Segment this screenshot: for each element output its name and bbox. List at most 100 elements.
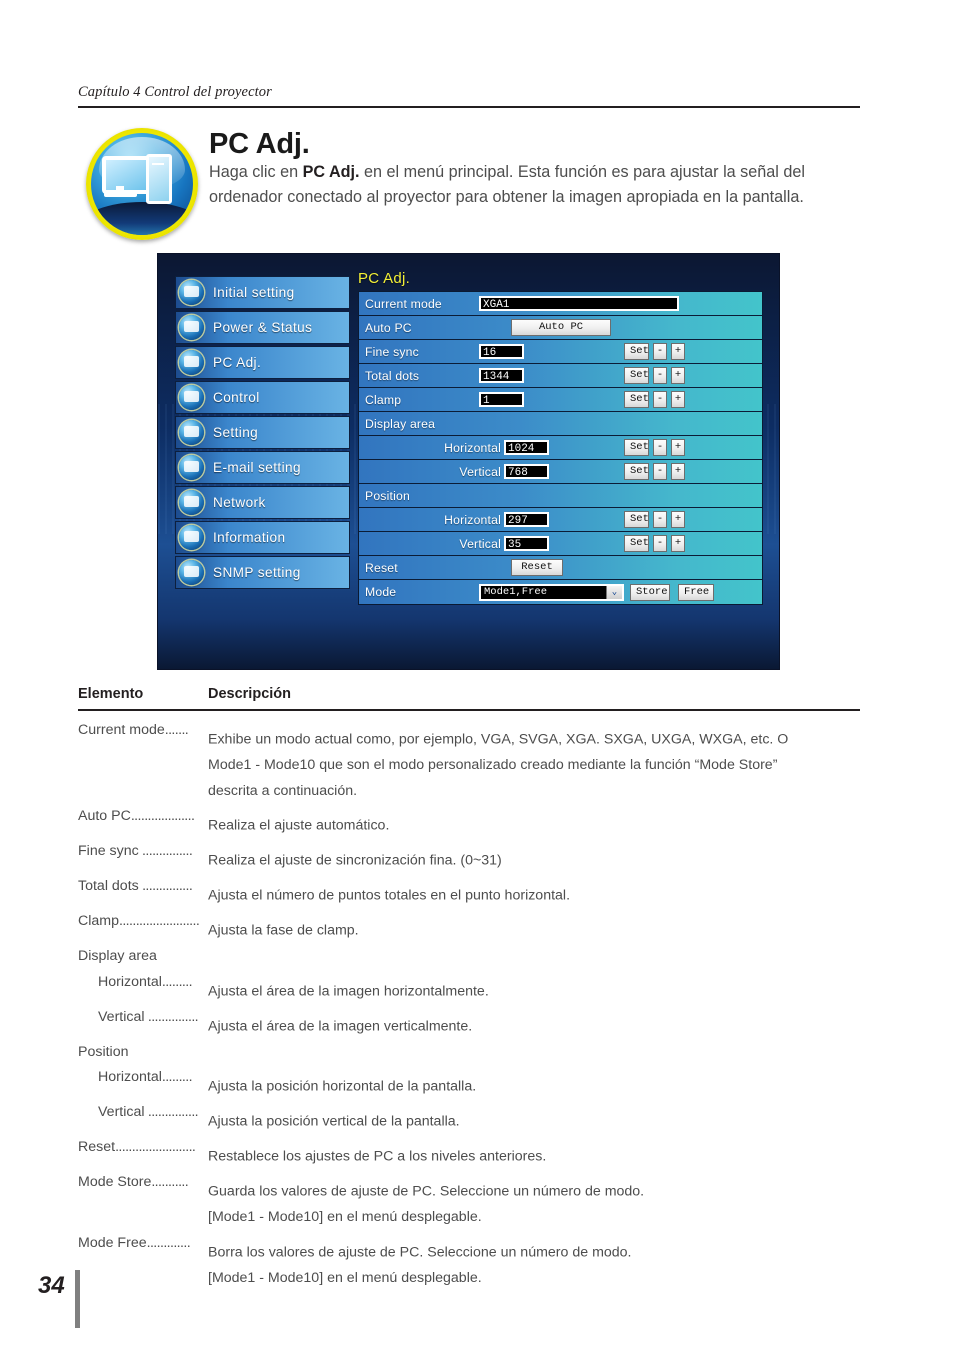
header-rule xyxy=(78,106,860,108)
display-vertical-input[interactable]: 768 xyxy=(504,464,549,479)
display-area-label: Display area xyxy=(365,416,436,431)
position-vertical-minus-button[interactable]: - xyxy=(653,535,667,552)
leader-dots: ............... xyxy=(138,878,193,894)
sidebar-item-setting[interactable]: Setting xyxy=(175,416,350,449)
panel-title: PC Adj. xyxy=(358,270,411,287)
tower-icon xyxy=(146,154,172,204)
list-item: Clamp........................Ajusta la f… xyxy=(78,909,868,944)
total-dots-set-button[interactable]: Set xyxy=(624,367,649,384)
fine-sync-minus-button[interactable]: - xyxy=(653,343,667,360)
clamp-plus-button[interactable]: + xyxy=(671,391,685,408)
display-horizontal-input[interactable]: 1024 xyxy=(504,440,549,455)
control-icon xyxy=(179,385,204,410)
sidebar-item-label: PC Adj. xyxy=(213,355,262,370)
display-vertical-set-button[interactable]: Set xyxy=(624,463,649,480)
sidebar-item-control[interactable]: Control xyxy=(175,381,350,414)
sidebar-item-initial-setting[interactable]: Initial setting xyxy=(175,276,350,309)
current-mode-label: Current mode xyxy=(365,296,442,311)
leader-dots: ......... xyxy=(161,1069,193,1085)
auto-pc-button[interactable]: Auto PC xyxy=(511,319,611,336)
display-vertical-minus-button[interactable]: - xyxy=(653,463,667,480)
total-dots-plus-button[interactable]: + xyxy=(671,367,685,384)
leader-dots: ........... xyxy=(151,1174,189,1190)
term-description: Borra los valores de ajuste de PC. Selec… xyxy=(208,1244,632,1260)
term: Reset........................ xyxy=(78,1135,208,1161)
store-button[interactable]: Store xyxy=(630,583,670,601)
pc-adj-icon xyxy=(179,350,204,375)
hero-description: Haga clic en PC Adj. en el menú principa… xyxy=(209,160,869,210)
display-vertical-controls: Set - + xyxy=(624,463,685,480)
position-vertical-set-button[interactable]: Set xyxy=(624,535,649,552)
position-vertical-input[interactable]: 35 xyxy=(504,536,549,551)
sidebar-item-snmp-setting[interactable]: SNMP setting xyxy=(175,556,350,589)
clamp-set-button[interactable]: Set xyxy=(624,391,649,408)
display-vertical-label: Vertical xyxy=(459,464,501,479)
display-horizontal-plus-button[interactable]: + xyxy=(671,439,685,456)
position-horizontal-minus-button[interactable]: - xyxy=(653,511,667,528)
term-label: Mode Free xyxy=(78,1234,147,1251)
list-item: Fine sync ...............Realiza el ajus… xyxy=(78,839,868,874)
row-current-mode: Current mode XGA1 xyxy=(359,292,762,316)
leader-dots: ........................ xyxy=(119,913,200,929)
term: Horizontal......... xyxy=(78,1065,208,1091)
display-horizontal-minus-button[interactable]: - xyxy=(653,439,667,456)
position-horizontal-input[interactable]: 297 xyxy=(504,512,549,527)
free-button[interactable]: Free xyxy=(678,583,714,601)
total-dots-input[interactable]: 1344 xyxy=(479,368,524,383)
row-position-vertical: Vertical 35 Set - + xyxy=(359,532,762,556)
position-vertical-plus-button[interactable]: + xyxy=(671,535,685,552)
display-horizontal-set-button[interactable]: Set xyxy=(624,439,649,456)
list-item: Vertical ...............Ajusta la posici… xyxy=(78,1100,868,1135)
leader-dots: ................... xyxy=(130,808,195,824)
reset-button[interactable]: Reset xyxy=(511,559,563,576)
mode-select-value: Mode1,Free xyxy=(484,586,548,598)
list-item: Current mode.......Exhibe un modo actual… xyxy=(78,718,868,804)
sidebar-item-label: Control xyxy=(213,390,260,405)
chevron-down-icon[interactable]: ⌄ xyxy=(606,585,622,599)
projector-web-screenshot: Initial setting Power & Status PC Adj. C… xyxy=(157,253,780,670)
term-label: Horizontal xyxy=(98,973,162,990)
position-horizontal-plus-button[interactable]: + xyxy=(671,511,685,528)
clamp-input[interactable]: 1 xyxy=(479,392,524,407)
total-dots-controls: Set - + xyxy=(624,367,685,384)
sidebar-item-information[interactable]: Information xyxy=(175,521,350,554)
display-vertical-plus-button[interactable]: + xyxy=(671,463,685,480)
term-description: Ajusta la fase de clamp. xyxy=(208,922,359,939)
term-description: Ajusta la posición vertical de la pantal… xyxy=(208,1113,460,1130)
term: Clamp........................ xyxy=(78,909,208,935)
row-clamp: Clamp 1 Set - + xyxy=(359,388,762,412)
information-icon xyxy=(179,525,204,550)
position-horizontal-set-button[interactable]: Set xyxy=(624,511,649,528)
row-reset: Reset Reset xyxy=(359,556,762,580)
list-item-group-heading: Display area xyxy=(78,948,157,964)
term-label: Horizontal xyxy=(98,1069,162,1085)
mode-select[interactable]: Mode1,Free ⌄ xyxy=(479,583,624,601)
term-label: Clamp xyxy=(78,913,119,929)
term-description: Realiza el ajuste de sincronización fina… xyxy=(208,852,502,869)
fine-sync-input[interactable]: 16 xyxy=(479,344,524,359)
term: Vertical ............... xyxy=(78,1005,208,1031)
term-description: Guarda los valores de ajuste de PC. Sele… xyxy=(208,1183,645,1200)
badge-swoosh xyxy=(91,202,193,235)
leader-dots: ............... xyxy=(144,1008,199,1025)
fine-sync-set-button[interactable]: Set xyxy=(624,343,649,360)
term-description: Ajusta el área de la imagen horizontalme… xyxy=(208,983,489,999)
sidebar-item-label: Initial setting xyxy=(213,285,295,300)
initial-setting-icon xyxy=(179,280,204,305)
leader-dots: ......... xyxy=(161,973,193,990)
list-item: Vertical ...............Ajusta el área d… xyxy=(78,1005,868,1040)
row-display-horizontal: Horizontal 1024 Set - + xyxy=(359,436,762,460)
fine-sync-plus-button[interactable]: + xyxy=(671,343,685,360)
sidebar-item-power-status[interactable]: Power & Status xyxy=(175,311,350,344)
sidebar-item-network[interactable]: Network xyxy=(175,486,350,519)
sidebar-item-pc-adj[interactable]: PC Adj. xyxy=(175,346,350,379)
term-description-cont: [Mode1 - Mode10] en el menú desplegable. xyxy=(208,1209,482,1225)
clamp-minus-button[interactable]: - xyxy=(653,391,667,408)
leader-dots: ....... xyxy=(164,722,189,738)
position-label: Position xyxy=(365,488,410,503)
sidebar-item-email-setting[interactable]: E-mail setting xyxy=(175,451,350,484)
display-horizontal-controls: Set - + xyxy=(624,439,685,456)
row-display-area-header: Display area xyxy=(359,412,762,436)
total-dots-minus-button[interactable]: - xyxy=(653,367,667,384)
current-mode-value: XGA1 xyxy=(479,296,679,311)
